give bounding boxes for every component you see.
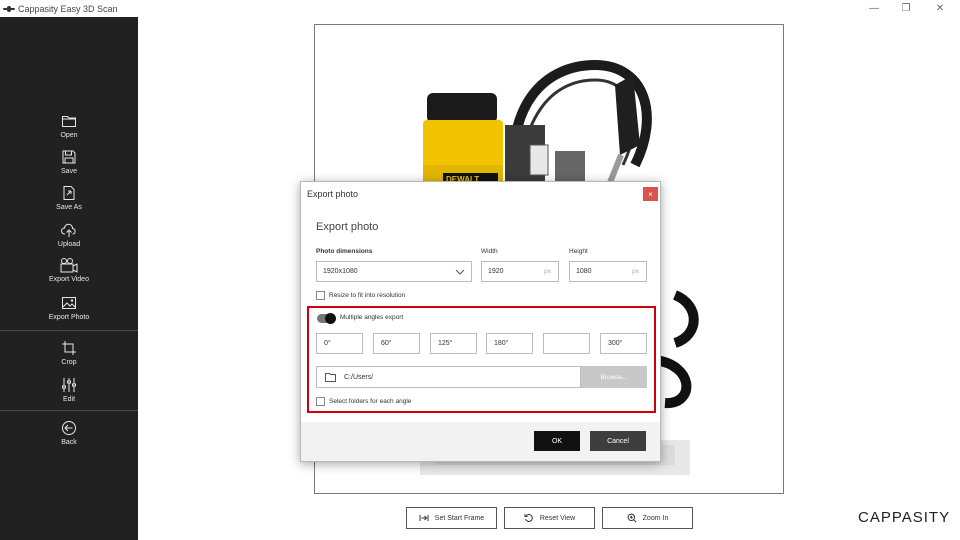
crop-icon <box>62 341 76 355</box>
dialog-window-title: Export photo <box>307 188 359 199</box>
sidebar-item-label: Open <box>60 132 78 139</box>
reset-view-label: Reset View <box>539 514 576 522</box>
sidebar-divider <box>0 330 138 331</box>
close-window-button[interactable]: ✕ <box>923 0 957 17</box>
highlight-box <box>307 306 656 413</box>
sidebar-item-save[interactable]: Save <box>0 149 138 183</box>
app-logo-icon <box>3 5 15 13</box>
sidebar-item-export-video[interactable]: Export Video <box>0 257 138 291</box>
dialog-title-bar: Export photo <box>301 182 660 205</box>
set-start-frame-label: Set Start Frame <box>434 514 485 522</box>
dimensions-value: 1920x1080 <box>323 268 358 275</box>
sidebar-item-label: Crop <box>61 359 77 366</box>
sidebar-item-label: Edit <box>62 396 76 403</box>
sidebar-item-label: Upload <box>57 241 81 248</box>
sidebar-item-edit[interactable]: Edit <box>0 377 138 411</box>
brand-logo: CAPPASITY <box>858 509 951 526</box>
zoom-in-label: Zoom In <box>642 514 669 522</box>
sidebar-item-upload[interactable]: Upload <box>0 222 138 256</box>
sidebar-item-label: Export Video <box>49 276 89 283</box>
dialog-close-button[interactable]: × <box>643 187 658 201</box>
chevron-down-icon <box>455 269 465 275</box>
export-photo-icon <box>62 297 76 309</box>
zoom-in-icon <box>627 513 637 523</box>
title-bar: Cappasity Easy 3D Scan <box>0 0 960 17</box>
height-field[interactable]: 1080 px <box>569 261 647 282</box>
dialog-heading: Export photo <box>316 221 379 233</box>
height-label: Height <box>569 248 588 255</box>
resize-checkbox[interactable] <box>316 291 325 300</box>
sidebar-item-back[interactable]: Back <box>0 420 138 454</box>
width-field[interactable]: 1920 px <box>481 261 559 282</box>
sidebar: Open Save Save As Upload Export Video Ex… <box>0 17 138 540</box>
photo-dimensions-label: Photo dimensions <box>316 248 373 255</box>
restore-button[interactable]: ❐ <box>889 0 923 17</box>
folder-icon <box>62 116 76 127</box>
set-start-frame-icon <box>419 515 429 521</box>
sidebar-item-save-as[interactable]: Save As <box>0 185 138 219</box>
sidebar-item-crop[interactable]: Crop <box>0 340 138 374</box>
minimize-button[interactable]: — <box>857 0 891 17</box>
save-as-icon <box>63 186 75 200</box>
reset-view-button[interactable]: Reset View <box>504 507 595 529</box>
dimensions-select[interactable]: 1920x1080 <box>316 261 472 282</box>
export-video-icon <box>60 258 78 273</box>
sidebar-item-label: Save <box>61 168 77 175</box>
height-value: 1080 <box>576 268 592 275</box>
width-unit: px <box>544 268 551 275</box>
sidebar-item-export-photo[interactable]: Export Photo <box>0 295 138 329</box>
zoom-in-button[interactable]: Zoom In <box>602 507 693 529</box>
cloud-upload-icon <box>61 223 76 237</box>
sidebar-item-label: Back <box>61 439 77 446</box>
sidebar-item-open[interactable]: Open <box>0 113 138 147</box>
cancel-button[interactable]: Cancel <box>590 431 646 451</box>
sidebar-item-label: Export Photo <box>48 314 90 321</box>
width-label: Width <box>481 248 498 255</box>
window-title: Cappasity Easy 3D Scan <box>18 3 118 14</box>
height-unit: px <box>632 268 639 275</box>
sidebar-divider <box>0 410 138 411</box>
resize-label: Resize to fit into resolution <box>329 292 406 299</box>
sidebar-item-label: Save As <box>56 204 82 211</box>
reset-icon <box>524 514 533 523</box>
back-arrow-icon <box>62 421 76 435</box>
width-value: 1920 <box>488 268 504 275</box>
ok-button[interactable]: OK <box>534 431 580 451</box>
sliders-icon <box>62 378 76 392</box>
set-start-frame-button[interactable]: Set Start Frame <box>406 507 497 529</box>
floppy-icon <box>62 150 76 164</box>
